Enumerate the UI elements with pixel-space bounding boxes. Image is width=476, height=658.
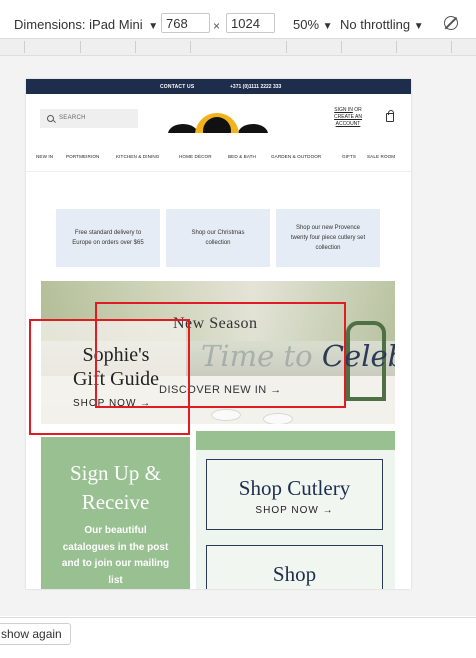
contact-us-link[interactable]: CONTACT US bbox=[160, 84, 194, 90]
device-dimensions-dropdown[interactable]: Dimensions: iPad Mini ▼ bbox=[14, 17, 158, 32]
usp-cutlery[interactable]: Shop our new Provence twenty four piece … bbox=[276, 209, 380, 267]
nav-item-sale-room[interactable]: SALE ROOM bbox=[367, 154, 395, 159]
search-input[interactable]: SEARCH bbox=[40, 109, 138, 128]
site-logo[interactable] bbox=[168, 113, 268, 133]
ruler-tick bbox=[341, 41, 342, 53]
nav-item-portmeirion[interactable]: PORTMEIRION bbox=[66, 154, 99, 159]
shop-cutlery-title: Shop Cutlery bbox=[238, 476, 351, 500]
ruler-tick bbox=[190, 41, 191, 53]
throttling-label: No throttling bbox=[340, 17, 411, 32]
create-account-link-2[interactable]: ACCOUNT bbox=[336, 121, 361, 127]
nav-item-bed-bath[interactable]: BED & BATH bbox=[228, 154, 256, 159]
account-or: OR bbox=[354, 107, 362, 113]
cutlery-band bbox=[196, 431, 395, 450]
hero-plate bbox=[211, 409, 241, 421]
create-account-link[interactable]: CREATE AN bbox=[334, 114, 362, 120]
signup-body: Our beautiful catalogues in the post and… bbox=[61, 525, 170, 586]
nav-item-home-decor[interactable]: HOME DÉCOR bbox=[179, 154, 212, 159]
shop-cutlery-card[interactable]: Shop Cutlery SHOP NOW → bbox=[206, 459, 383, 530]
logo-leaf-left bbox=[168, 124, 198, 133]
signup-title: Sign Up & Receive bbox=[69, 461, 161, 514]
ruler-tick bbox=[24, 41, 25, 53]
account-links: SIGN IN OR CREATE AN ACCOUNT bbox=[326, 107, 370, 128]
height-input[interactable] bbox=[226, 13, 275, 33]
zoom-label: 50% bbox=[293, 17, 320, 32]
nav-item-gifts[interactable]: GIFTS bbox=[342, 154, 356, 159]
device-dimensions-label: Dimensions: iPad Mini bbox=[14, 17, 143, 32]
chevron-down-icon: ▼ bbox=[413, 21, 424, 32]
width-input[interactable] bbox=[161, 13, 210, 33]
ruler-tick bbox=[135, 41, 136, 53]
shop-cutlery-cta[interactable]: SHOP NOW → bbox=[207, 505, 382, 516]
shop-card[interactable]: Shop bbox=[206, 545, 383, 589]
media-query-ruler bbox=[0, 39, 476, 56]
logo-sun bbox=[195, 113, 239, 133]
nav-item-kitchen-dining[interactable]: KITCHEN & DINING bbox=[116, 154, 159, 159]
shopping-bag-icon[interactable] bbox=[386, 110, 394, 122]
throttling-dropdown[interactable]: No throttling ▼ bbox=[340, 17, 424, 32]
announcement-bar: CONTACT US +371 (0)1111 2222 333 bbox=[26, 79, 411, 94]
devtools-bottom-bar: show again bbox=[0, 617, 476, 658]
sign-in-link[interactable]: SIGN IN bbox=[334, 107, 353, 113]
logo-leaf-right bbox=[238, 124, 268, 133]
ruler-tick bbox=[451, 41, 452, 53]
signup-panel[interactable]: Sign Up & Receive Our beautiful catalogu… bbox=[41, 437, 190, 589]
highlight-box-gift-guide bbox=[29, 319, 190, 435]
search-placeholder: SEARCH bbox=[59, 115, 86, 121]
shop-card-title: Shop bbox=[272, 562, 317, 586]
ruler-tick bbox=[80, 41, 81, 53]
phone-number: +371 (0)1111 2222 333 bbox=[230, 84, 282, 90]
nav-item-garden-outdoor[interactable]: GARDEN & OUTDOOR bbox=[271, 154, 321, 159]
nav-item-new-in[interactable]: NEW IN bbox=[36, 154, 53, 159]
chevron-down-icon: ▼ bbox=[322, 21, 333, 32]
usp-christmas[interactable]: Shop our Christmas collection bbox=[166, 209, 270, 267]
search-icon bbox=[47, 115, 54, 122]
cutlery-section: Shop Cutlery SHOP NOW → Shop bbox=[196, 431, 395, 589]
show-again-button[interactable]: show again bbox=[0, 623, 71, 645]
rotate-disabled-icon[interactable] bbox=[444, 16, 458, 30]
main-navigation: NEW IN PORTMEIRION KITCHEN & DINING HOME… bbox=[26, 154, 411, 164]
usp-delivery[interactable]: Free standard delivery to Europe on orde… bbox=[56, 209, 160, 267]
chevron-down-icon: ▼ bbox=[148, 21, 159, 32]
nav-divider bbox=[26, 171, 411, 172]
hero-plate bbox=[263, 413, 293, 424]
ruler-tick bbox=[396, 41, 397, 53]
device-toolbar: Dimensions: iPad Mini ▼ × 50% ▼ No throt… bbox=[0, 0, 476, 39]
dimension-separator: × bbox=[213, 19, 221, 33]
zoom-dropdown[interactable]: 50% ▼ bbox=[293, 17, 333, 32]
ruler-tick bbox=[286, 41, 287, 53]
